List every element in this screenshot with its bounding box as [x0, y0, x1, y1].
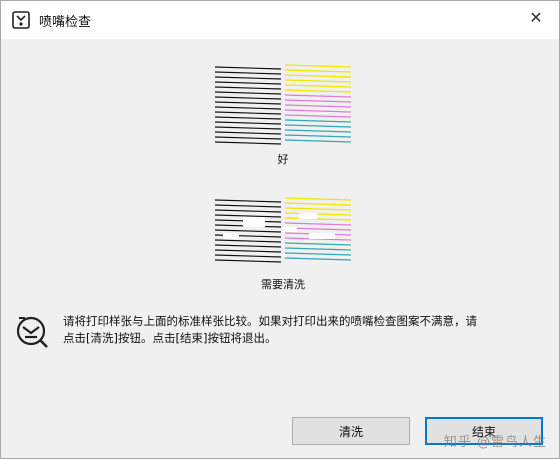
- nozzle-line: [284, 79, 352, 83]
- nozzle-line: [214, 136, 282, 140]
- nozzle-line: [214, 71, 282, 75]
- nozzle-line: [284, 207, 352, 211]
- nozzle-line: [284, 242, 352, 246]
- nozzle-check-info-icon: [16, 316, 48, 348]
- nozzle-line: [214, 66, 282, 70]
- instruction-line-2: 点击[清洗]按钮。点击[结束]按钮将退出。: [63, 331, 277, 345]
- nozzle-line: [284, 197, 352, 201]
- printer-nozzle-icon: [12, 11, 30, 29]
- nozzle-line: [284, 129, 352, 133]
- nozzle-line: [284, 212, 352, 216]
- nozzle-line: [214, 81, 282, 85]
- close-button[interactable]: ✕: [513, 1, 559, 33]
- nozzle-line: [214, 106, 282, 110]
- nozzle-line: [284, 99, 352, 103]
- nozzle-line: [284, 119, 352, 123]
- nozzle-line: [284, 74, 352, 78]
- good-pattern-image: [214, 64, 352, 145]
- nozzle-line: [284, 84, 352, 88]
- nozzle-line: [214, 91, 282, 95]
- nozzle-line: [214, 249, 282, 253]
- nozzle-line: [214, 204, 282, 208]
- nozzle-line: [214, 209, 282, 213]
- nozzle-line: [284, 252, 352, 256]
- needs-cleaning-caption: 需要清洗: [261, 278, 305, 291]
- nozzle-line: [214, 141, 282, 145]
- good-pattern-caption: 好: [277, 153, 289, 166]
- nozzle-line: [284, 94, 352, 98]
- dialog-content: 好 需要清洗 请将打印样张与上面的标准样张比较。如果对打印出来的喷嘴检查图案不满…: [1, 39, 559, 458]
- needs-cleaning-pattern-image: [214, 197, 352, 263]
- nozzle-line: [284, 89, 352, 93]
- nozzle-line: [284, 247, 352, 251]
- watermark-text: 知乎 @雷鸟人生: [443, 435, 547, 450]
- nozzle-line: [214, 101, 282, 105]
- nozzle-line: [284, 69, 352, 73]
- close-icon: ✕: [529, 7, 543, 27]
- nozzle-line: [214, 239, 282, 243]
- nozzle-check-dialog: 喷嘴检查 ✕ 好 需要清洗 请将打印样张与上面的标准样张比较。如果对打印出来的喷…: [0, 0, 560, 459]
- instruction-message: 请将打印样张与上面的标准样张比较。如果对打印出来的喷嘴检查图案不满意，请 点击[…: [63, 313, 543, 347]
- nozzle-line: [284, 114, 352, 118]
- nozzle-line: [284, 104, 352, 108]
- nozzle-line: [284, 134, 352, 138]
- nozzle-line: [284, 139, 352, 143]
- good-pattern-black-lines: [214, 66, 282, 145]
- nozzle-line: [214, 131, 282, 135]
- nozzle-line: [214, 214, 282, 218]
- nozzle-line: [284, 222, 352, 226]
- clean-button[interactable]: 清洗: [292, 417, 410, 445]
- nozzle-line: [214, 111, 282, 115]
- nozzle-line: [284, 109, 352, 113]
- nozzle-line: [214, 254, 282, 258]
- nozzle-line: [214, 244, 282, 248]
- nozzle-line: [284, 217, 352, 221]
- good-pattern-color-lines: [284, 64, 352, 143]
- nozzle-line: [284, 202, 352, 206]
- nozzle-line: [214, 126, 282, 130]
- nozzle-line: [214, 96, 282, 100]
- nozzle-line: [214, 116, 282, 120]
- instruction-line-1: 请将打印样张与上面的标准样张比较。如果对打印出来的喷嘴检查图案不满意，请: [63, 314, 477, 328]
- nozzle-line: [284, 257, 352, 261]
- nozzle-line: [284, 124, 352, 128]
- title-bar: 喷嘴检查 ✕: [1, 1, 559, 39]
- nozzle-line: [214, 76, 282, 80]
- nozzle-line: [214, 86, 282, 90]
- window-title: 喷嘴检查: [39, 15, 92, 30]
- nozzle-line: [214, 259, 282, 263]
- nozzle-line: [214, 199, 282, 203]
- nozzle-line: [214, 121, 282, 125]
- nozzle-line: [214, 229, 282, 233]
- nozzle-line: [284, 64, 352, 68]
